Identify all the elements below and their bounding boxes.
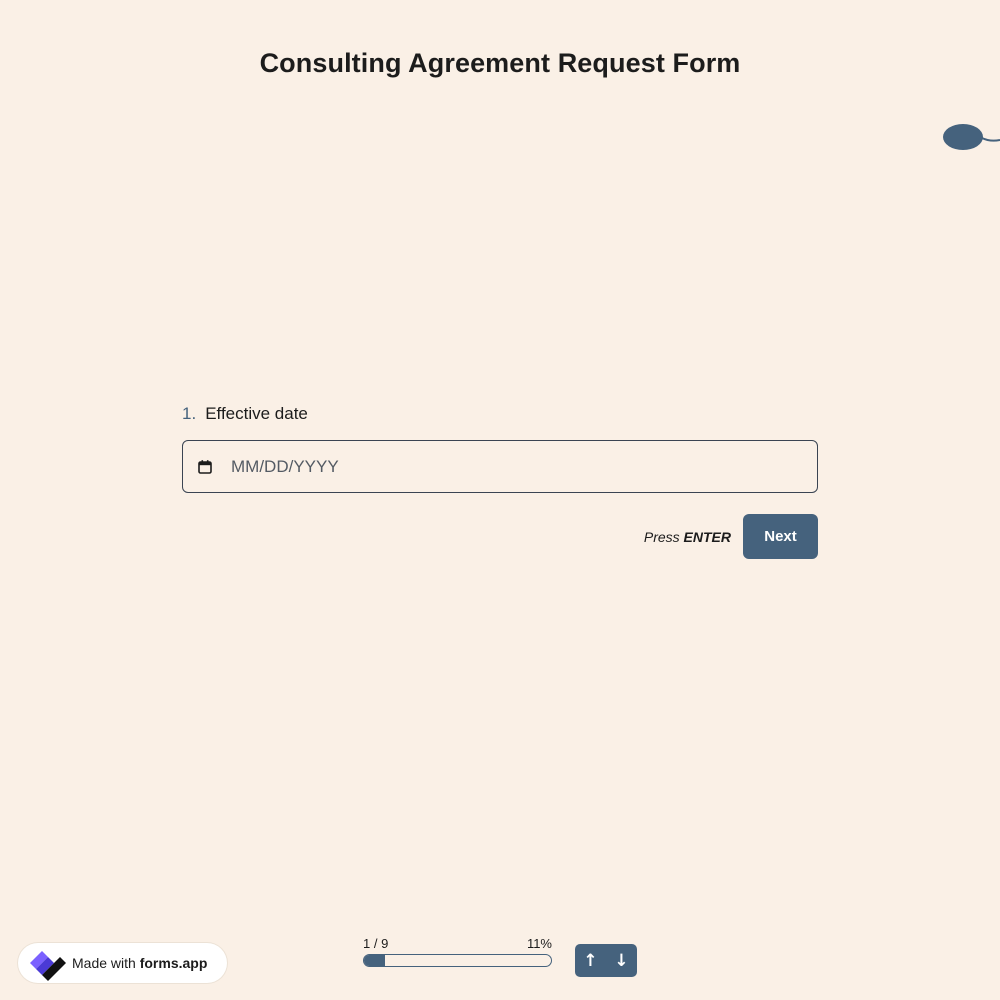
question-navigation: ↑ ↓ <box>575 944 637 977</box>
question-actions: Press ENTER Next <box>644 514 818 559</box>
decorative-shape <box>943 124 1000 150</box>
press-key: ENTER <box>683 528 731 545</box>
forms-app-logo <box>30 951 66 981</box>
form-title: Consulting Agreement Request Form <box>259 48 741 78</box>
progress-indicator: 1 / 9 11% <box>363 936 552 967</box>
badge-text: Made with forms.app <box>72 955 207 971</box>
press-enter-hint: Press ENTER <box>644 529 731 545</box>
date-input[interactable]: MM/DD/YYYY <box>182 440 818 493</box>
progress-percent: 11% <box>526 936 552 951</box>
progress-fill <box>364 955 385 966</box>
progress-bar <box>363 954 552 967</box>
question-block: 1. Effective date MM/DD/YYYY Press ENTER… <box>182 404 818 559</box>
calendar-icon[interactable] <box>197 459 213 475</box>
badge-brand: forms.app <box>139 955 208 971</box>
next-question-button[interactable]: ↓ <box>606 944 637 977</box>
next-button[interactable]: Next <box>743 514 818 559</box>
made-with-badge[interactable]: Made with forms.app <box>18 943 227 983</box>
previous-question-button[interactable]: ↑ <box>575 944 606 977</box>
question-label: 1. Effective date <box>182 404 818 428</box>
question-text: Effective date <box>205 404 308 423</box>
question-number: 1. <box>182 404 197 423</box>
progress-counter: 1 / 9 <box>363 936 389 951</box>
badge-made-with: Made with <box>72 955 136 971</box>
press-prefix: Press <box>643 528 680 545</box>
date-placeholder: MM/DD/YYYY <box>231 456 339 476</box>
